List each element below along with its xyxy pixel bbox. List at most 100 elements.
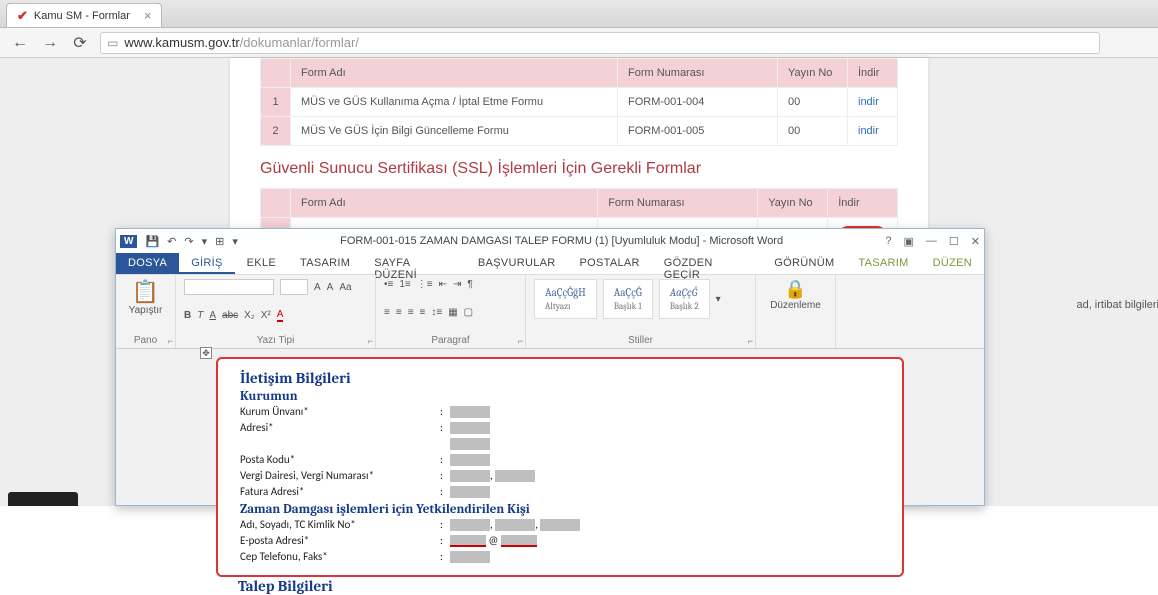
row-number: 2 [261, 117, 291, 146]
forward-button[interactable]: → [40, 33, 60, 53]
editing-icon[interactable]: 🔒 [784, 279, 806, 299]
line-spacing-icon[interactable]: ↕≡ [431, 307, 442, 318]
field-placeholder[interactable] [450, 438, 490, 450]
strikethrough-button[interactable]: abc [222, 310, 238, 321]
dialog-launcher-icon[interactable]: ⌐ [748, 336, 753, 346]
bold-button[interactable]: B [184, 310, 191, 321]
col-yayin-no: Yayın No [778, 59, 848, 88]
field-placeholder[interactable] [495, 519, 535, 531]
reload-button[interactable]: ⟳ [70, 33, 90, 53]
undo-icon[interactable]: ↶ [167, 235, 176, 248]
font-size-input[interactable] [280, 279, 308, 295]
forms-table-1: Form Adı Form Numarası Yayın No İndir 1 … [260, 58, 898, 146]
styles-more-icon[interactable]: ▾ [716, 294, 721, 305]
style-item[interactable]: AaÇçĞBaşlık 2 [659, 279, 710, 319]
table-move-handle-icon[interactable]: ✥ [200, 347, 212, 359]
group-clipboard: 📋Yapıştır Pano ⌐ [116, 275, 176, 348]
download-link[interactable]: indir [858, 125, 879, 137]
underline-button[interactable]: A [209, 310, 216, 321]
grow-font-icon[interactable]: A [314, 282, 321, 293]
dialog-launcher-icon[interactable]: ⌐ [518, 336, 523, 346]
word-titlebar[interactable]: W 💾 ↶ ↷ ▾ ⊞ ▾ FORM-001-015 ZAMAN DAMGASI… [116, 229, 984, 253]
field-placeholder[interactable] [450, 422, 490, 434]
field-placeholder[interactable] [450, 519, 490, 531]
tab-insert[interactable]: EKLE [235, 253, 288, 274]
url-host: www.kamusm.gov.tr [124, 35, 239, 50]
label-posta: Posta Kodu* [240, 452, 440, 468]
align-left-icon[interactable]: ≡ [384, 307, 390, 318]
style-item[interactable]: AaÇçĞğHAltyazı [534, 279, 597, 319]
tab-mailings[interactable]: POSTALAR [568, 253, 652, 274]
col-yayin-no: Yayın No [758, 189, 828, 218]
ribbon-tabs: DOSYA GİRİŞ EKLE TASARIM SAYFA DÜZENİ BA… [116, 253, 984, 275]
field-placeholder[interactable] [450, 470, 490, 482]
numbering-icon[interactable]: 1≡ [399, 279, 410, 290]
tab-table-layout[interactable]: DÜZEN [921, 253, 984, 274]
field-placeholder[interactable] [540, 519, 580, 531]
style-item[interactable]: AaÇçĞBaşlık 1 [603, 279, 653, 319]
superscript-button[interactable]: X² [261, 310, 271, 321]
field-placeholder[interactable] [450, 551, 490, 563]
justify-icon[interactable]: ≡ [420, 307, 426, 318]
tab-view[interactable]: GÖRÜNÜM [762, 253, 846, 274]
shrink-font-icon[interactable]: A [327, 282, 334, 293]
align-right-icon[interactable]: ≡ [408, 307, 414, 318]
multilevel-icon[interactable]: ⋮≡ [417, 279, 433, 290]
tab-table-design[interactable]: TASARIM [846, 253, 920, 274]
dialog-launcher-icon[interactable]: ⌐ [168, 336, 173, 346]
tab-references[interactable]: BAŞVURULAR [466, 253, 568, 274]
save-icon[interactable]: 💾 [145, 235, 159, 248]
field-placeholder[interactable] [501, 535, 537, 547]
tab-title: Kamu SM - Formlar [34, 10, 130, 22]
shading-icon[interactable]: ▦ [448, 307, 457, 318]
page-icon: ▭ [107, 36, 118, 50]
group-styles: AaÇçĞğHAltyazı AaÇçĞBaşlık 1 AaÇçĞBaşlık… [526, 275, 756, 348]
show-marks-icon[interactable]: ¶ [467, 279, 472, 290]
touch-mode-icon[interactable]: ⊞ [215, 235, 224, 248]
dialog-launcher-icon[interactable]: ⌐ [368, 336, 373, 346]
maximize-icon[interactable]: ☐ [949, 235, 959, 248]
decrease-indent-icon[interactable]: ⇤ [439, 279, 447, 290]
tab-close-icon[interactable]: × [144, 8, 152, 23]
word-document-area[interactable]: ✥ İletişim Bilgileri Kurumun Kurum Ünvan… [116, 349, 984, 505]
align-center-icon[interactable]: ≡ [396, 307, 402, 318]
tab-layout[interactable]: SAYFA DÜZENİ [362, 253, 466, 274]
field-placeholder[interactable] [450, 406, 490, 418]
label-vergi: Vergi Dairesi, Vergi Numarası* [240, 468, 440, 484]
subscript-button[interactable]: X₂ [244, 310, 255, 321]
font-color-icon[interactable]: A [277, 309, 284, 322]
address-bar[interactable]: ▭ www.kamusm.gov.tr/dokumanlar/formlar/ [100, 32, 1100, 54]
col-form-no: Form Numarası [618, 59, 778, 88]
group-name-styles: Stiller [534, 335, 747, 346]
close-icon[interactable]: ✕ [971, 235, 980, 248]
increase-indent-icon[interactable]: ⇥ [453, 279, 461, 290]
minimize-icon[interactable]: — [926, 235, 937, 248]
borders-icon[interactable]: ▢ [464, 307, 473, 318]
bullets-icon[interactable]: •≡ [384, 279, 393, 290]
col-form-no: Form Numarası [598, 189, 758, 218]
field-placeholder[interactable] [495, 470, 535, 482]
col-form-adi: Form Adı [291, 59, 618, 88]
bottom-widget[interactable] [8, 492, 78, 506]
help-icon[interactable]: ? [885, 235, 891, 248]
at-sign: @ [489, 534, 499, 547]
tab-file[interactable]: DOSYA [116, 253, 179, 274]
change-case-icon[interactable]: Aa [339, 282, 351, 293]
word-window: W 💾 ↶ ↷ ▾ ⊞ ▾ FORM-001-015 ZAMAN DAMGASI… [115, 228, 985, 506]
font-family-input[interactable] [184, 279, 274, 295]
tab-review[interactable]: GÖZDEN GEÇİR [652, 253, 762, 274]
field-placeholder[interactable] [450, 454, 490, 466]
download-link[interactable]: indir [858, 96, 879, 108]
qat-more-icon[interactable]: ▾ [202, 235, 208, 248]
browser-tab[interactable]: ✔ Kamu SM - Formlar × [6, 3, 162, 27]
field-placeholder[interactable] [450, 535, 486, 547]
col-indir: İndir [828, 189, 898, 218]
field-placeholder[interactable] [450, 486, 490, 498]
tab-design[interactable]: TASARIM [288, 253, 362, 274]
redo-icon[interactable]: ↷ [184, 235, 193, 248]
back-button[interactable]: ← [10, 33, 30, 53]
italic-button[interactable]: T [197, 310, 203, 321]
paste-icon[interactable]: 📋 [132, 279, 159, 304]
ribbon-options-icon[interactable]: ▣ [904, 235, 914, 248]
tab-home[interactable]: GİRİŞ [179, 253, 234, 274]
